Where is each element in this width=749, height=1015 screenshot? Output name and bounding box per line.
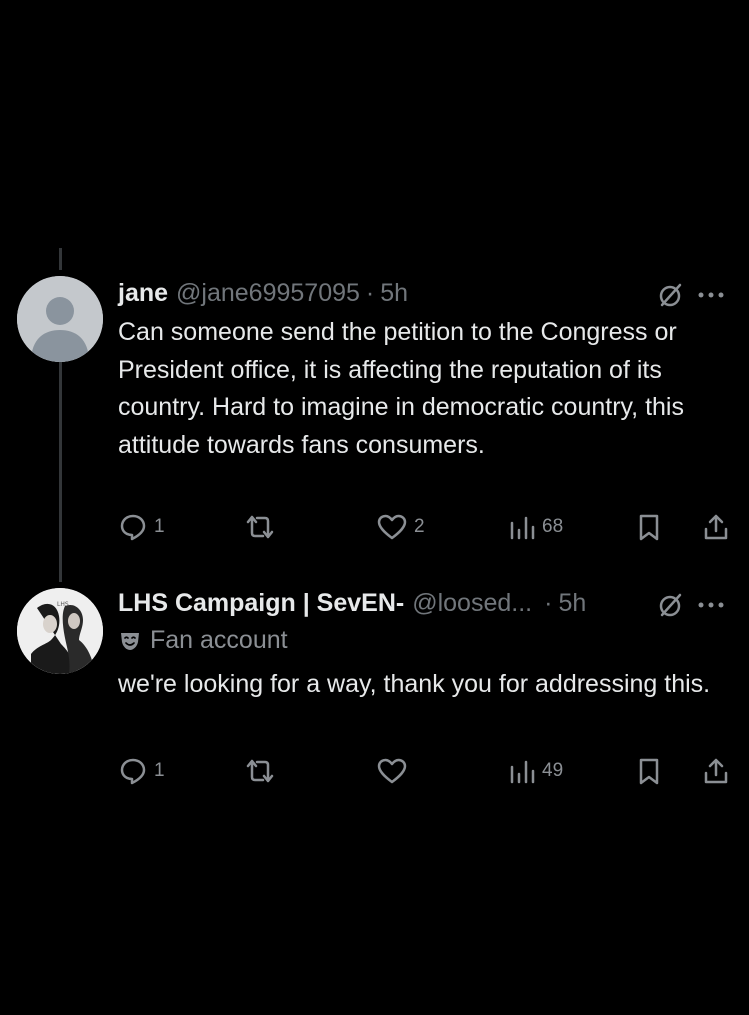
avatar[interactable] (17, 276, 103, 362)
share-icon (702, 512, 730, 542)
retweet-button[interactable] (244, 510, 276, 544)
avatar[interactable]: LHS (17, 588, 103, 674)
share-icon (702, 756, 730, 786)
bookmark-button[interactable] (636, 754, 662, 788)
views-icon (508, 756, 536, 786)
tweet-header: jane @jane69957095 · 5h (118, 276, 408, 310)
views-button[interactable]: 49 (508, 754, 563, 788)
tweet-header-actions (655, 278, 725, 312)
view-count: 49 (542, 760, 564, 781)
reply-button[interactable]: 1 (118, 510, 165, 544)
display-name[interactable]: LHS Campaign | SevEN- (118, 589, 404, 618)
separator-dot: · (365, 278, 375, 307)
reply-count: 1 (154, 516, 165, 537)
username[interactable]: @jane69957095 (176, 279, 360, 308)
tweet-header: LHS Campaign | SevEN- @loosed... · 5h (118, 586, 586, 620)
retweet-icon (244, 512, 276, 542)
slashed-circle-icon[interactable] (655, 280, 685, 310)
separator-dot: · (544, 588, 553, 617)
account-label[interactable]: Fan account (118, 626, 288, 655)
photo-logo-mark: LHS (57, 601, 69, 608)
default-avatar-icon (17, 276, 103, 362)
like-count: 2 (414, 516, 425, 537)
display-name[interactable]: jane (118, 279, 168, 308)
tweet-lhs-campaign[interactable]: LHS LHS Campaign | SevEN- @loosed... · 5… (0, 586, 749, 806)
reply-button[interactable]: 1 (118, 754, 165, 788)
views-icon (508, 512, 536, 542)
reply-icon (118, 512, 148, 542)
heart-icon (376, 756, 408, 786)
retweet-icon (244, 756, 276, 786)
views-button[interactable]: 68 (508, 510, 563, 544)
heart-icon (376, 512, 408, 542)
more-horizontal-icon[interactable] (697, 600, 725, 610)
view-count: 68 (542, 516, 564, 537)
username[interactable]: @loosed... (412, 589, 532, 618)
thread-line-top (59, 248, 62, 270)
share-button[interactable] (702, 510, 730, 544)
like-button[interactable] (376, 754, 408, 788)
slashed-circle-icon[interactable] (655, 590, 685, 620)
account-label-text: Fan account (150, 626, 288, 654)
tweet-header-actions (655, 588, 725, 622)
timestamp[interactable]: 5h (380, 279, 408, 308)
reply-count: 1 (154, 760, 165, 781)
theater-masks-icon (118, 629, 142, 653)
tweet-jane[interactable]: jane @jane69957095 · 5h Can someone send… (0, 276, 749, 576)
more-horizontal-icon[interactable] (697, 290, 725, 300)
bookmark-icon (636, 756, 662, 786)
tweet-text: Can someone send the petition to the Con… (118, 318, 684, 459)
bookmark-icon (636, 512, 662, 542)
reply-icon (118, 756, 148, 786)
bookmark-button[interactable] (636, 510, 662, 544)
tweet-text: we're looking for a way, thank you for a… (118, 670, 711, 698)
share-button[interactable] (702, 754, 730, 788)
like-button[interactable]: 2 (376, 510, 425, 544)
profile-photo-icon: LHS (17, 588, 103, 674)
timestamp[interactable]: 5h (558, 589, 586, 618)
retweet-button[interactable] (244, 754, 276, 788)
action-bar: 1 2 68 (118, 510, 730, 544)
action-bar: 1 49 (118, 754, 730, 788)
